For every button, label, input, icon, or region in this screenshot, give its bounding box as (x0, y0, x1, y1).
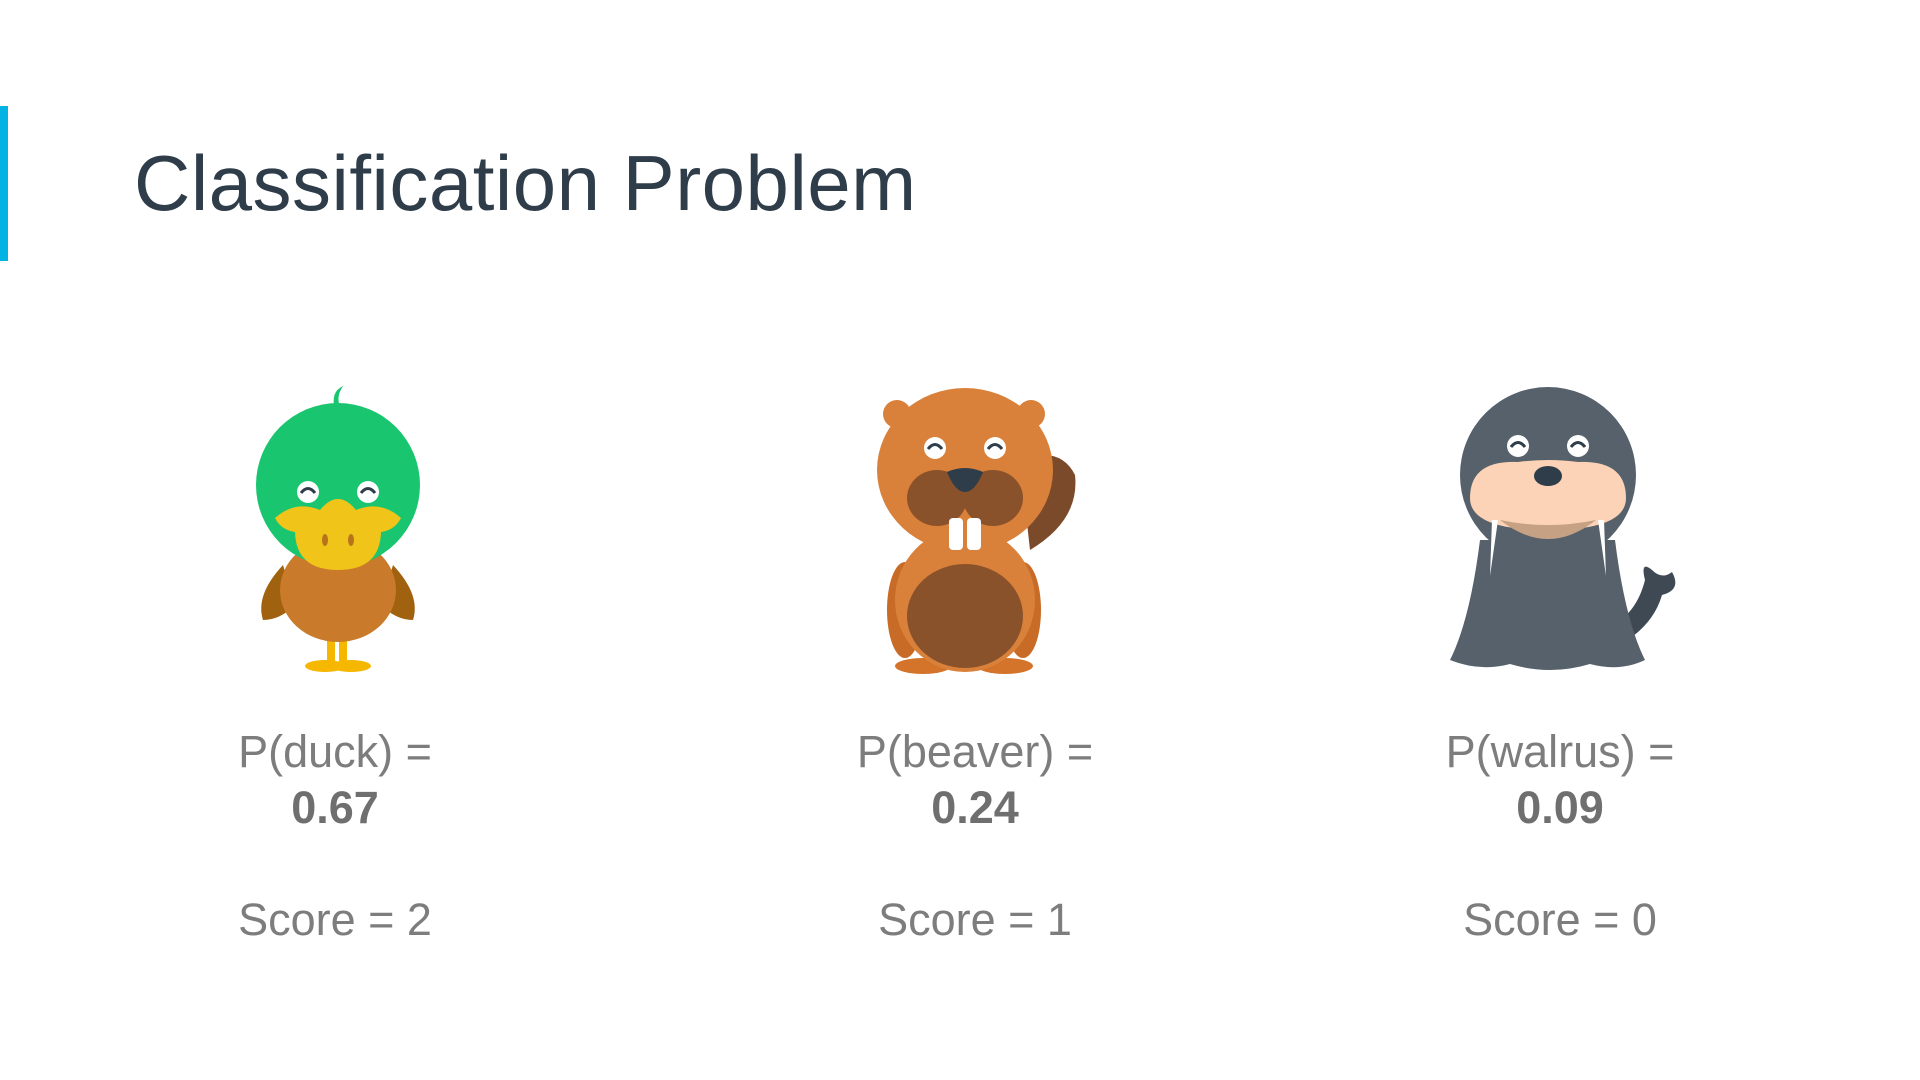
accent-bar (0, 106, 8, 261)
probability-label-beaver: P(beaver) = (856, 726, 1094, 777)
animal-duck: P(duck) = 0.67 Score = 2 (125, 380, 545, 948)
probability-value-beaver: 0.24 (931, 782, 1019, 833)
score-label-beaver: Score = 1 (878, 894, 1072, 945)
slide-title: Classification Problem (134, 139, 917, 227)
beaver-icon (877, 388, 1076, 674)
animal-beaver: P(beaver) = 0.24 Score = 1 (765, 380, 1185, 948)
animal-walrus: P(walrus) = 0.09 Score = 0 (1350, 380, 1770, 948)
probability-value-duck: 0.67 (291, 782, 379, 833)
score-label-walrus: Score = 0 (1463, 894, 1657, 945)
score-label-duck: Score = 2 (238, 894, 432, 945)
probability-value-walrus: 0.09 (1516, 782, 1604, 833)
duck-icon (256, 386, 420, 672)
probability-label-duck: P(duck) = (238, 726, 432, 777)
walrus-icon (1450, 387, 1676, 670)
probability-label-walrus: P(walrus) = (1445, 726, 1675, 777)
